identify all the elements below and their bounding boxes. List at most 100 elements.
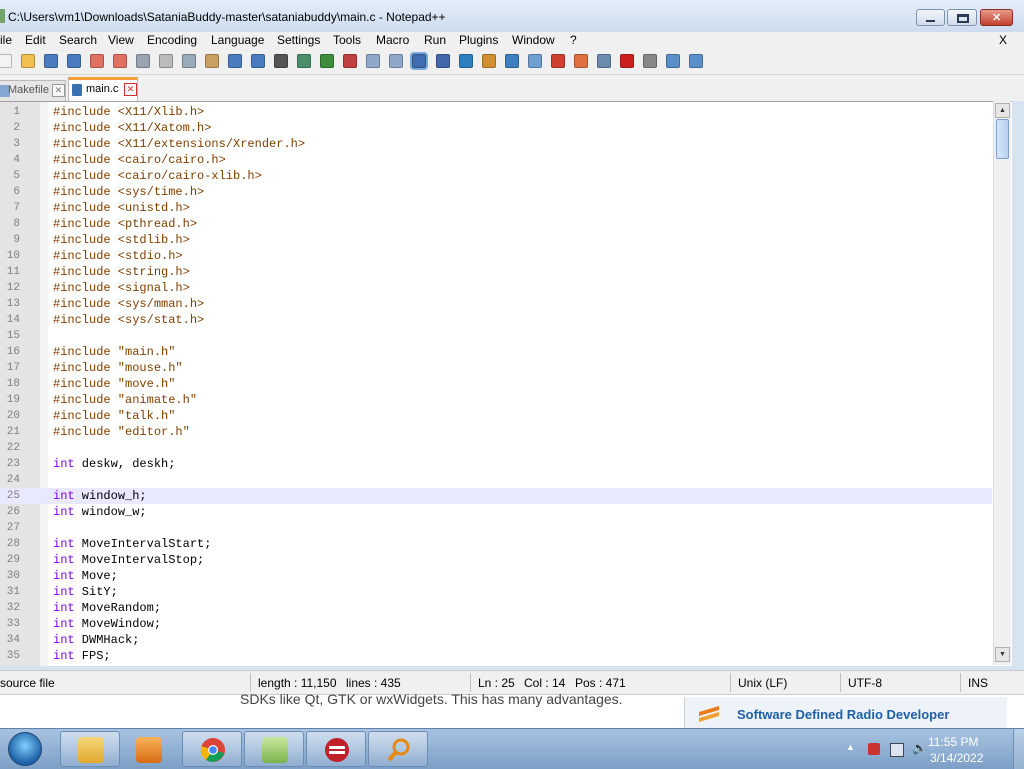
- code-line[interactable]: 21 #include "editor.h": [0, 424, 992, 440]
- network-icon[interactable]: [890, 743, 904, 757]
- code-line[interactable]: 5 #include <cairo/cairo-xlib.h>: [0, 168, 992, 184]
- code-line[interactable]: 31 int SitY;: [0, 584, 992, 600]
- menu-encoding[interactable]: Encoding: [147, 33, 197, 47]
- monitoring-icon[interactable]: [574, 54, 588, 68]
- clock-time[interactable]: 11:55 PM: [928, 735, 978, 749]
- code-line[interactable]: 4 #include <cairo/cairo.h>: [0, 152, 992, 168]
- scroll-up-icon[interactable]: ▲: [995, 103, 1010, 118]
- code-line[interactable]: 28 int MoveIntervalStart;: [0, 536, 992, 552]
- copy-icon[interactable]: [182, 54, 196, 68]
- find-icon[interactable]: [274, 54, 288, 68]
- run-macro-multiple-icon[interactable]: [666, 54, 680, 68]
- tab-close-icon[interactable]: ✕: [124, 83, 137, 96]
- code-line[interactable]: 32 int MoveRandom;: [0, 600, 992, 616]
- code-line[interactable]: 9 #include <stdlib.h>: [0, 232, 992, 248]
- code-line[interactable]: 6 #include <sys/time.h>: [0, 184, 992, 200]
- code-line[interactable]: 35 int FPS;: [0, 648, 992, 664]
- scrollbar-thumb[interactable]: [996, 119, 1009, 159]
- tray-expand-icon[interactable]: ▲: [846, 742, 858, 754]
- code-line[interactable]: 27: [0, 520, 992, 536]
- code-line[interactable]: 24: [0, 472, 992, 488]
- menu-view[interactable]: View: [108, 33, 134, 47]
- background-card[interactable]: Software Defined Radio Developer: [684, 697, 1007, 730]
- indent-guide-icon[interactable]: [459, 54, 473, 68]
- taskbar-dev-cpp[interactable]: [306, 731, 366, 767]
- save-icon[interactable]: [44, 54, 58, 68]
- show-all-chars-icon[interactable]: [436, 54, 450, 68]
- sync-horizontal-icon[interactable]: [389, 54, 403, 68]
- doc-map-icon[interactable]: [505, 54, 519, 68]
- save-macro-icon[interactable]: [689, 54, 703, 68]
- replace-icon[interactable]: [297, 54, 311, 68]
- code-line[interactable]: 26 int window_w;: [0, 504, 992, 520]
- code-line[interactable]: 11 #include <string.h>: [0, 264, 992, 280]
- function-list-icon[interactable]: [528, 54, 542, 68]
- folder-workspace-icon[interactable]: [551, 54, 565, 68]
- clock-date[interactable]: 3/14/2022: [930, 751, 983, 765]
- new-file-icon[interactable]: [0, 54, 12, 68]
- code-line[interactable]: 18 #include "move.h": [0, 376, 992, 392]
- code-line[interactable]: 3 #include <X11/extensions/Xrender.h>: [0, 136, 992, 152]
- code-line[interactable]: 20 #include "talk.h": [0, 408, 992, 424]
- code-line[interactable]: 12 #include <signal.h>: [0, 280, 992, 296]
- tab-main-c[interactable]: main.c ✕: [68, 77, 138, 101]
- code-line[interactable]: 1 #include <X11/Xlib.h>: [0, 104, 992, 120]
- maximize-button[interactable]: [947, 9, 977, 26]
- taskbar-media-player[interactable]: [118, 731, 178, 767]
- menu-help[interactable]: ?: [570, 33, 577, 47]
- menu-plugins[interactable]: Plugins: [459, 33, 498, 47]
- taskbar-search-app[interactable]: [368, 731, 428, 767]
- code-line[interactable]: 8 #include <pthread.h>: [0, 216, 992, 232]
- code-line[interactable]: 16 #include "main.h": [0, 344, 992, 360]
- play-macro-icon[interactable]: [643, 54, 657, 68]
- code-line[interactable]: 17 #include "mouse.h": [0, 360, 992, 376]
- undo-icon[interactable]: [228, 54, 242, 68]
- code-line[interactable]: 25 int window_h;: [0, 488, 992, 504]
- code-line[interactable]: 13 #include <sys/mman.h>: [0, 296, 992, 312]
- volume-icon[interactable]: 🔈: [912, 741, 927, 755]
- redo-icon[interactable]: [251, 54, 265, 68]
- action-center-icon[interactable]: [868, 743, 880, 755]
- word-wrap-icon[interactable]: [410, 52, 428, 70]
- code-line[interactable]: 23 int deskw, deskh;: [0, 456, 992, 472]
- code-line[interactable]: 30 int Move;: [0, 568, 992, 584]
- taskbar-notepad-plus-plus[interactable]: [244, 731, 304, 767]
- menu-settings[interactable]: Settings: [277, 33, 320, 47]
- stop-macro-icon[interactable]: [620, 54, 634, 68]
- zoom-out-icon[interactable]: [343, 54, 357, 68]
- show-desktop-button[interactable]: [1013, 729, 1024, 769]
- code-line[interactable]: 33 int MoveWindow;: [0, 616, 992, 632]
- code-line[interactable]: 29 int MoveIntervalStop;: [0, 552, 992, 568]
- cut-icon[interactable]: [159, 54, 173, 68]
- code-line[interactable]: 34 int DWMHack;: [0, 632, 992, 648]
- code-line[interactable]: 10 #include <stdio.h>: [0, 248, 992, 264]
- minimize-button[interactable]: [916, 9, 945, 26]
- tab-close-icon[interactable]: ✕: [52, 84, 65, 97]
- code-line[interactable]: 15: [0, 328, 992, 344]
- code-editor[interactable]: 1 #include <X11/Xlib.h> 2 #include <X11/Xat…: [0, 101, 1012, 666]
- tab-makefile[interactable]: Makefile ✕: [0, 80, 66, 101]
- open-file-icon[interactable]: [21, 54, 35, 68]
- taskbar-chrome[interactable]: [182, 731, 242, 767]
- title-bar[interactable]: C:\Users\vm1\Downloads\SataniaBuddy-mast…: [0, 0, 1024, 32]
- scroll-down-icon[interactable]: ▼: [995, 647, 1010, 662]
- code-line[interactable]: 2 #include <X11/Xatom.h>: [0, 120, 992, 136]
- menu-macro[interactable]: Macro: [376, 33, 409, 47]
- paste-icon[interactable]: [205, 54, 219, 68]
- print-icon[interactable]: [136, 54, 150, 68]
- menu-tools[interactable]: Tools: [333, 33, 361, 47]
- close-window-button[interactable]: [980, 9, 1013, 26]
- vertical-scrollbar[interactable]: ▲ ▼: [993, 101, 1011, 665]
- menu-search[interactable]: Search: [59, 33, 97, 47]
- taskbar-file-explorer[interactable]: [60, 731, 120, 767]
- menu-edit[interactable]: Edit: [25, 33, 46, 47]
- record-macro-icon[interactable]: [597, 54, 611, 68]
- code-line[interactable]: 7 #include <unistd.h>: [0, 200, 992, 216]
- start-button[interactable]: [8, 732, 42, 766]
- close-document-button[interactable]: X: [999, 33, 1007, 47]
- close-all-icon[interactable]: [113, 54, 127, 68]
- menu-run[interactable]: Run: [424, 33, 446, 47]
- menu-language[interactable]: Language: [211, 33, 264, 47]
- close-icon[interactable]: [90, 54, 104, 68]
- udl-icon[interactable]: [482, 54, 496, 68]
